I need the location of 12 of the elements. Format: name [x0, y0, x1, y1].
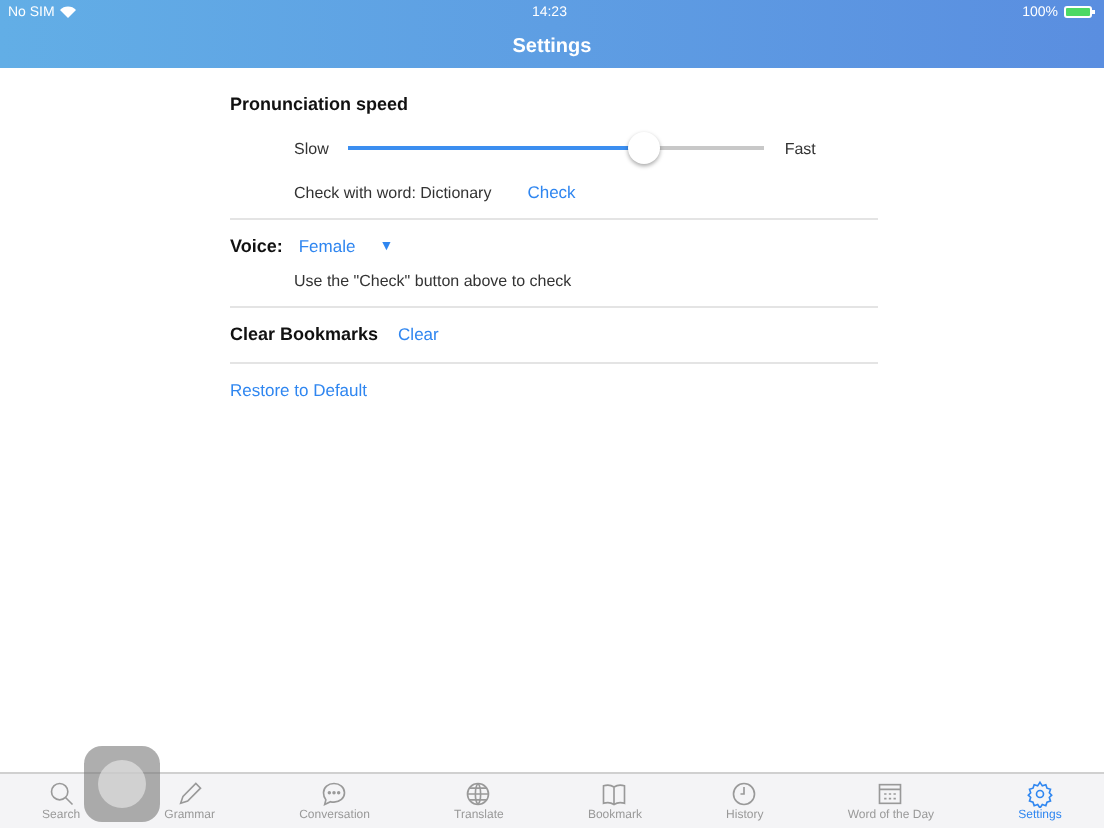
- check-link[interactable]: Check: [527, 182, 576, 202]
- nav-title: Settings: [512, 35, 592, 57]
- voice-hint: Use the "Check" button above to check: [294, 272, 572, 290]
- section-title: Pronunciation speed: [230, 94, 411, 114]
- voice-label: Voice:: [230, 236, 283, 256]
- slider-min-label: Slow: [294, 139, 329, 157]
- restore-default-link[interactable]: Restore to Default: [230, 380, 368, 400]
- check-word-text: Check with word: Dictionary: [294, 183, 492, 201]
- voice-selector[interactable]: Female: [298, 236, 356, 256]
- slider-max-label: Fast: [784, 139, 816, 157]
- clear-link[interactable]: Clear: [398, 324, 439, 344]
- clear-bookmarks-label: Clear Bookmarks: [230, 324, 379, 344]
